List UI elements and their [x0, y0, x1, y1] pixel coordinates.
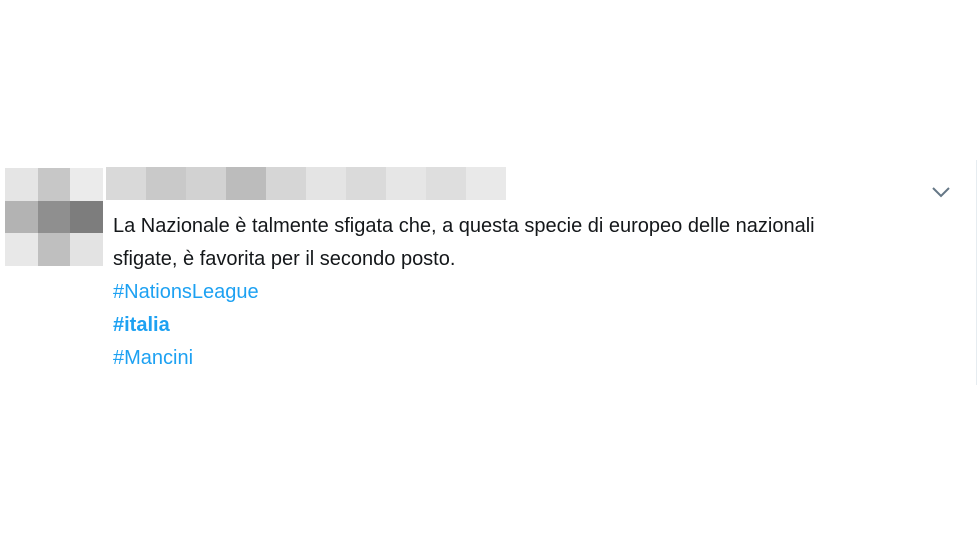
hashtag-nationsleague[interactable]: #NationsLeague [113, 276, 259, 309]
hashtag-italia[interactable]: #italia [113, 309, 170, 342]
tweet-text-line-2: sfigate, è favorita per il secondo posto… [113, 248, 456, 270]
hashtag-mancini[interactable]: #Mancini [113, 342, 193, 375]
blurred-username[interactable] [106, 167, 506, 200]
tweet-divider [976, 160, 977, 385]
avatar[interactable] [5, 168, 103, 266]
tweet-text-line-1: La Nazionale è talmente sfigata che, a q… [113, 215, 815, 237]
tweet-text: La Nazionale è talmente sfigata che, a q… [113, 210, 943, 276]
chevron-down-icon[interactable] [930, 184, 952, 200]
